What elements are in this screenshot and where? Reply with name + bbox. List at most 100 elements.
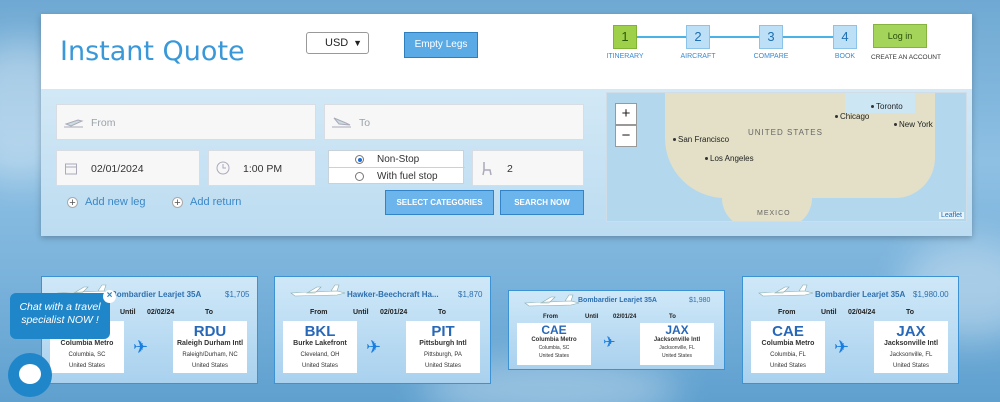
origin-name: Burke Lakefront [293,340,347,347]
quote-header: Instant Quote USD ▼ Empty Legs 1 2 3 4 I… [41,14,972,89]
plus-icon: + [67,197,78,209]
search-now-button[interactable]: SEARCH NOW [500,190,584,215]
map-attribution[interactable]: Leaflet [938,212,964,219]
fuelstop-radio[interactable]: With fuel stop [329,168,465,185]
from-placeholder: From [91,117,116,129]
city-toronto: Toronto [871,102,903,111]
route-map[interactable]: + − UNITED STATES MEXICO Toronto Chicago… [606,92,967,222]
step-label-compare: COMPARE [753,53,789,60]
jet-icon [524,294,580,307]
empty-leg-card[interactable]: Hawker-Beechcraft Ha... $1,870 From Unti… [274,276,491,384]
destination-city: Jacksonville, FL [659,345,695,351]
to-header: To [205,309,214,316]
leg-price: $1,980 [689,297,711,304]
create-account-link[interactable]: CREATE AN ACCOUNT [871,54,941,61]
mexico-label: MEXICO [757,210,791,217]
destination-name: Pittsburgh Intl [419,340,467,347]
origin-city: Columbia, SC [68,352,106,358]
destination-name: Jacksonville Intl [653,337,701,343]
search-form: From To 02/01/2024 1:00 PM Non-Stop With… [41,89,972,236]
origin-country: United States [301,363,339,369]
date-value: 02/01/2024 [91,163,144,175]
until-header: Until [585,314,599,320]
origin-box: BKL Burke Lakefront Cleveland, OH United… [283,321,357,373]
origin-city: Columbia, FL [770,352,806,358]
empty-leg-card[interactable]: Bombardier Learjet 35A $1,980 From Until… [508,290,725,370]
step-connector [637,36,851,38]
destination-country: United States [191,363,229,369]
step-label-aircraft: AIRCRAFT [680,53,716,60]
plane-takeoff-icon [64,119,84,128]
origin-country: United States [538,353,570,359]
fuelstop-label: With fuel stop [377,171,438,182]
destination-box: RDU Raleigh Durham Intl Raleigh/Durham, … [173,321,247,373]
add-return-link[interactable]: + Add return [172,196,242,209]
time-input[interactable]: 1:00 PM [208,150,316,186]
city-los-angeles: Los Angeles [705,154,754,163]
empty-leg-card[interactable]: Bombardier Learjet 35A $1,980.00 From Un… [742,276,959,384]
destination-name: Raleigh Durham Intl [176,340,244,347]
origin-box: CAE Columbia Metro Columbia, FL United S… [751,321,825,373]
leg-price: $1,705 [225,290,250,299]
quote-panel: Instant Quote USD ▼ Empty Legs 1 2 3 4 I… [41,14,972,236]
destination-code: JAX [896,323,926,340]
aircraft-type: Bombardier Learjet 35A [815,290,906,299]
destination-code: RDU [193,323,227,340]
destination-country: United States [892,363,930,369]
close-icon[interactable]: × [103,290,116,303]
date-input[interactable]: 02/01/2024 [56,150,200,186]
route-arrow-icon: ✈ [603,334,616,351]
login-button[interactable]: Log in [873,24,927,48]
to-header: To [669,314,676,320]
origin-country: United States [769,363,807,369]
origin-code: CAE [541,323,567,337]
select-categories-button[interactable]: SELECT CATEGORIES [385,190,494,215]
zoom-out-button[interactable]: − [615,125,637,147]
destination-code: PIT [431,323,455,340]
destination-city: Raleigh/Durham, NC [182,352,238,358]
origin-country: United States [68,363,106,369]
destination-code: JAX [665,323,689,337]
empty-legs-button[interactable]: Empty Legs [404,32,478,58]
chat-prompt[interactable]: Chat with a travel specialist NOW ! [10,293,110,339]
to-header: To [906,309,915,316]
aircraft-type: Bombardier Learjet 35A [111,290,202,299]
chat-launcher-button[interactable] [8,353,52,397]
passengers-input[interactable]: 2 [472,150,584,186]
origin-name: Columbia Metro [761,340,815,347]
step-compare[interactable]: 3 [759,25,783,49]
city-chicago: Chicago [835,112,869,121]
aircraft-type: Bombardier Learjet 35A [578,297,657,304]
destination-name: Jacksonville Intl [883,340,939,347]
add-leg-link[interactable]: + Add new leg [67,196,146,209]
step-book[interactable]: 4 [833,25,857,49]
until-header: Until [120,309,136,316]
route-arrow-icon: ✈ [133,337,149,357]
from-input[interactable]: From [56,104,316,140]
origin-city: Columbia, SC [538,345,570,351]
route-arrow-icon: ✈ [366,337,382,357]
origin-city: Cleveland, OH [300,352,340,358]
destination-box: PIT Pittsburgh Intl Pittsburgh, PA Unite… [406,321,480,373]
destination-country: United States [661,353,693,359]
currency-select[interactable]: USD ▼ [306,32,369,54]
step-label-itinerary: ITINERARY [606,53,644,60]
zoom-in-button[interactable]: + [615,103,637,125]
destination-city: Pittsburgh, PA [424,352,462,358]
origin-name: Columbia Metro [60,340,114,347]
calendar-icon [65,163,77,175]
leg-date: 02/01/24 [613,314,637,320]
stop-options: Non-Stop With fuel stop [328,150,465,185]
plus-icon: + [172,197,183,209]
currency-value: USD [325,37,349,49]
clock-icon [216,161,230,175]
time-value: 1:00 PM [243,163,283,175]
add-return-label: Add return [190,196,242,208]
leg-date: 02/01/24 [380,309,408,316]
to-input[interactable]: To [324,104,584,140]
jet-icon [290,284,346,297]
step-label-book: BOOK [834,53,856,60]
step-aircraft[interactable]: 2 [686,25,710,49]
step-itinerary[interactable]: 1 [613,25,637,49]
nonstop-radio[interactable]: Non-Stop [329,151,465,168]
